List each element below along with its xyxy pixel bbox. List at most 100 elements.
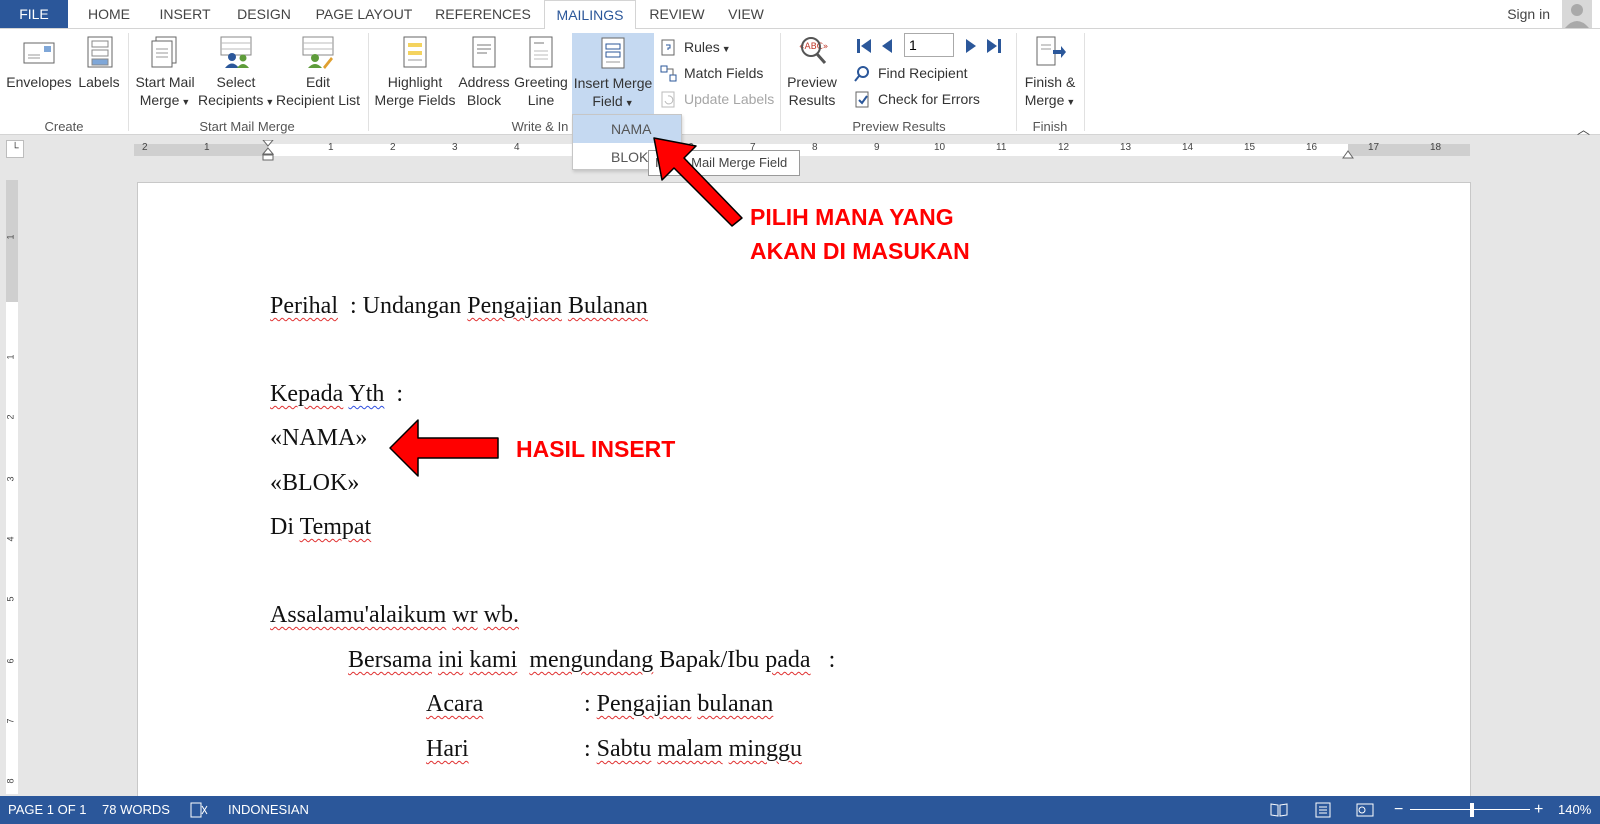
tab-references[interactable]: REFERENCES — [428, 0, 538, 28]
group-label-finish: Finish — [1032, 119, 1068, 134]
match-fields-button[interactable]: Match Fields — [660, 61, 763, 85]
sign-in-link[interactable]: Sign in — [1507, 0, 1550, 28]
doc-line-di-tempat[interactable]: Di Tempat — [270, 514, 371, 541]
word-window: FILE HOME INSERT DESIGN PAGE LAYOUT REFE… — [0, 0, 1600, 824]
proofing-icon[interactable] — [190, 796, 208, 824]
ruler-number: 4 — [5, 536, 16, 542]
doc-acara-value[interactable]: : Pengajian bulanan — [584, 691, 773, 718]
rules-icon — [660, 39, 677, 56]
tab-home[interactable]: HOME — [76, 0, 142, 28]
envelopes-button[interactable]: Envelopes — [4, 33, 74, 117]
finish-merge-button[interactable]: Finish & Merge ▼ — [1018, 33, 1082, 117]
match-fields-icon — [660, 65, 677, 82]
group-label-write-insert: Write & In — [511, 119, 569, 134]
page-count-status[interactable]: PAGE 1 OF 1 — [8, 796, 87, 824]
zoom-in-button[interactable]: + — [1534, 796, 1543, 824]
annotation-arrow-left — [389, 419, 499, 477]
chevron-down-icon: ▼ — [265, 97, 275, 107]
highlight-merge-fields-button[interactable]: Highlight Merge Fields — [374, 33, 456, 117]
ruler-number: 2 — [390, 142, 396, 153]
envelopes-label: Envelopes — [6, 74, 72, 90]
rules-button[interactable]: Rules ▼ — [660, 35, 731, 59]
update-labels-icon — [660, 91, 677, 108]
labels-label: Labels — [78, 74, 120, 90]
doc-line-perihal[interactable]: Perihal : Undangan Pengajian Bulanan — [270, 293, 648, 320]
ruler-number: 3 — [452, 142, 458, 153]
select-recipients-icon — [219, 35, 253, 69]
chevron-down-icon: ▼ — [624, 98, 634, 108]
ruler-number: 3 — [5, 476, 16, 482]
tab-file[interactable]: FILE — [0, 0, 68, 28]
match-fields-label: Match Fields — [684, 65, 764, 81]
user-avatar-icon[interactable] — [1562, 0, 1592, 28]
doc-hari-value[interactable]: : Sabtu malam minggu — [584, 736, 802, 763]
vertical-ruler[interactable]: 1 1 2 3 4 5 6 7 8 — [6, 180, 18, 794]
greeting-line-button[interactable]: Greeting Line — [512, 33, 570, 117]
ruler-number: 4 — [514, 142, 520, 153]
ruler-number: 11 — [996, 142, 1007, 153]
doc-acara-label[interactable]: Acara — [426, 691, 483, 718]
check-for-errors-button[interactable]: Check for Errors — [854, 87, 980, 111]
edit-recipient-list-icon — [301, 35, 335, 69]
zoom-out-button[interactable]: − — [1394, 796, 1403, 824]
previous-record-button[interactable] — [880, 37, 894, 55]
highlight-merge-fields-label-2: Merge Fields — [374, 92, 456, 108]
ruler-number: 2 — [5, 414, 16, 420]
tab-page-layout[interactable]: PAGE LAYOUT — [308, 0, 420, 28]
tab-view[interactable]: VIEW — [718, 0, 774, 28]
tab-insert[interactable]: INSERT — [150, 0, 220, 28]
ruler-number: 17 — [1368, 142, 1380, 153]
tab-review[interactable]: REVIEW — [644, 0, 710, 28]
record-number-input[interactable] — [904, 33, 954, 57]
tab-design[interactable]: DESIGN — [228, 0, 300, 28]
print-layout-icon[interactable] — [1314, 796, 1332, 824]
zoom-slider-thumb[interactable] — [1470, 803, 1474, 817]
previous-record-icon — [882, 39, 892, 53]
ruler-number: 1 — [328, 142, 334, 153]
first-record-icon — [857, 39, 871, 53]
check-for-errors-label: Check for Errors — [878, 91, 980, 107]
doc-hari-label[interactable]: Hari — [426, 736, 469, 763]
doc-line-bersama[interactable]: Bersama ini kami mengundang Bapak/Ibu pa… — [348, 647, 835, 674]
address-block-button[interactable]: Address Block — [456, 33, 512, 117]
labels-button[interactable]: Labels — [74, 33, 124, 117]
word-count-status[interactable]: 78 WORDS — [102, 796, 170, 824]
read-mode-icon[interactable] — [1270, 796, 1288, 824]
tab-mailings[interactable]: MAILINGS — [544, 0, 636, 29]
find-recipient-button[interactable]: Find Recipient — [854, 61, 968, 85]
web-layout-icon[interactable] — [1356, 796, 1374, 824]
select-recipients-button[interactable]: Select Recipients ▼ — [198, 33, 274, 117]
start-mail-merge-button[interactable]: Start Mail Merge ▼ — [132, 33, 198, 117]
ruler-number: 13 — [1120, 142, 1132, 153]
tab-stop-selector[interactable]: └ — [6, 140, 24, 158]
first-record-button[interactable] — [856, 37, 872, 55]
edit-recipient-list-button[interactable]: Edit Recipient List — [274, 33, 362, 117]
mailings-ribbon: Envelopes Labels Create Start Mail Merge… — [0, 28, 1600, 137]
horizontal-ruler-area: └ 2 1 1 2 3 4 5 6 7 8 9 10 11 12 13 14 1… — [0, 136, 1600, 162]
ruler-number: 6 — [5, 658, 16, 664]
greeting-line-label-2: Line — [527, 92, 555, 108]
preview-results-icon: «ABC» — [795, 35, 829, 69]
preview-results-button[interactable]: «ABC» Preview Results — [784, 33, 840, 117]
doc-line-salam[interactable]: Assalamu'alaikum wr wb. — [270, 602, 519, 629]
doc-word: Kepada — [270, 381, 344, 407]
insert-merge-field-label-1: Insert Merge — [573, 75, 653, 91]
update-labels-button[interactable]: Update Labels — [660, 87, 774, 111]
doc-word: Pengajian — [467, 293, 562, 319]
next-record-button[interactable] — [964, 37, 978, 55]
doc-word: Tempat — [299, 514, 372, 540]
last-record-button[interactable] — [986, 37, 1002, 55]
ruler-number: 18 — [1430, 142, 1442, 153]
zoom-level[interactable]: 140% — [1558, 796, 1591, 824]
doc-word: : Undangan — [337, 293, 462, 319]
merge-field-nama[interactable]: «NAMA» — [270, 425, 367, 452]
language-status[interactable]: INDONESIAN — [228, 796, 309, 824]
document-page[interactable]: Perihal : Undangan Pengajian Bulanan Kep… — [137, 182, 1471, 796]
merge-field-blok[interactable]: «BLOK» — [270, 470, 359, 497]
insert-merge-field-button[interactable]: Insert Merge Field ▼ — [572, 33, 654, 117]
horizontal-ruler[interactable]: 2 1 1 2 3 4 5 6 7 8 9 10 11 12 13 14 15 … — [134, 139, 1470, 161]
group-label-start-mail-merge: Start Mail Merge — [199, 119, 295, 134]
doc-word: : — [584, 691, 597, 717]
edit-recipient-list-label-2: Recipient List — [275, 92, 361, 108]
doc-line-kepada[interactable]: Kepada Yth : — [270, 381, 403, 408]
